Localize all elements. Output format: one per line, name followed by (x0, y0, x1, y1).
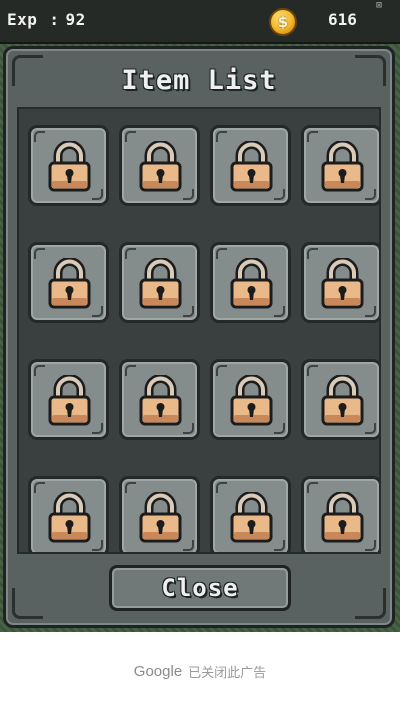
padlock-icon (230, 141, 273, 192)
item-slot-locked[interactable] (119, 359, 200, 440)
item-slot-locked[interactable] (301, 242, 379, 323)
item-slot-locked[interactable] (301, 359, 379, 440)
item-slot-locked[interactable] (119, 476, 200, 552)
exp-label: Exp (7, 10, 38, 29)
close-button[interactable]: Close (109, 565, 291, 611)
padlock-icon (321, 258, 364, 309)
item-slot-locked[interactable] (28, 476, 109, 552)
item-slot-locked[interactable] (119, 242, 200, 323)
panel-corner-decoration (355, 588, 386, 619)
game-screen: Exp:92 $ 616 ⊠ Item List Close (0, 0, 400, 632)
item-slot-locked[interactable] (210, 125, 291, 206)
item-slot-locked[interactable] (301, 476, 379, 552)
ad-message: 已关闭此广告 (188, 665, 267, 681)
item-slot-locked[interactable] (119, 125, 200, 206)
padlock-icon (230, 375, 273, 426)
exp-separator: : (49, 10, 60, 29)
ad-choices-icon[interactable]: ⊠ (372, 0, 386, 12)
exp-display: Exp:92 (7, 10, 86, 29)
padlock-icon (321, 375, 364, 426)
padlock-icon (48, 375, 91, 426)
item-grid[interactable] (17, 107, 381, 554)
gold-coin-icon: $ (269, 8, 297, 36)
item-slot-locked[interactable] (210, 476, 291, 552)
item-slot-locked[interactable] (301, 125, 379, 206)
coins-value: 616 (328, 10, 357, 29)
padlock-icon (321, 492, 364, 543)
item-list-panel: Item List Close (3, 46, 395, 628)
ad-brand: Google (133, 662, 183, 680)
padlock-icon (139, 141, 182, 192)
padlock-icon (230, 492, 273, 543)
item-slot-locked[interactable] (210, 242, 291, 323)
padlock-icon (230, 258, 273, 309)
padlock-icon (139, 492, 182, 543)
padlock-icon (48, 141, 91, 192)
padlock-icon (48, 492, 91, 543)
item-slot-locked[interactable] (28, 242, 109, 323)
item-slot-locked[interactable] (28, 359, 109, 440)
panel-corner-decoration (12, 588, 43, 619)
padlock-icon (139, 258, 182, 309)
panel-title: Item List (121, 65, 277, 96)
item-slot-locked[interactable] (210, 359, 291, 440)
padlock-icon (48, 258, 91, 309)
ad-banner: Google 已关闭此广告 (0, 632, 400, 710)
exp-value: 92 (65, 10, 86, 29)
item-slot-locked[interactable] (28, 125, 109, 206)
hud-bar: Exp:92 $ 616 ⊠ (0, 0, 400, 44)
padlock-icon (321, 141, 364, 192)
padlock-icon (139, 375, 182, 426)
